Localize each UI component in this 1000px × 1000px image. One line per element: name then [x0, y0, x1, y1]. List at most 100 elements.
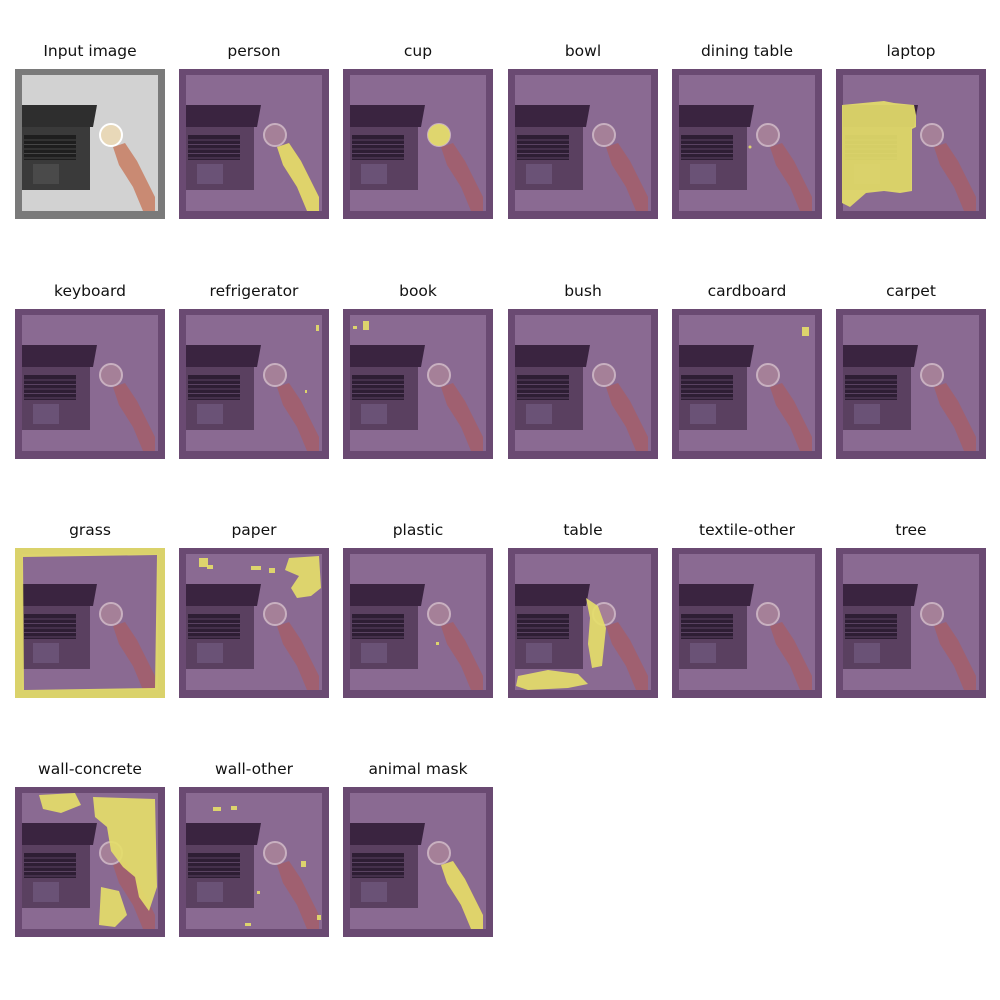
laptop-keyboard	[24, 614, 76, 639]
laptop-keyboard	[188, 375, 240, 400]
coffee-cup	[592, 123, 616, 147]
panel-image	[836, 69, 986, 219]
highlight-region	[245, 923, 251, 926]
laptop-trackpad	[526, 404, 552, 424]
laptop-screen	[22, 345, 97, 367]
coffee-cup	[920, 602, 944, 626]
panel-title: animal mask	[368, 760, 468, 778]
laptop-screen	[515, 105, 590, 127]
laptop-keyboard	[517, 135, 569, 160]
laptop-trackpad	[361, 164, 387, 184]
laptop-keyboard	[517, 375, 569, 400]
laptop-screen	[22, 584, 97, 606]
highlight-region	[251, 566, 261, 570]
panel-image	[179, 548, 329, 698]
laptop-screen	[679, 584, 754, 606]
laptop-screen	[350, 823, 425, 845]
coffee-cup	[263, 363, 287, 387]
laptop-trackpad	[361, 643, 387, 663]
laptop-trackpad	[361, 404, 387, 424]
laptop-keyboard	[517, 614, 569, 639]
highlight-region	[207, 565, 213, 569]
panel-title: laptop	[886, 42, 936, 60]
highlight-region	[436, 642, 439, 645]
panel-image	[15, 548, 165, 698]
laptop-trackpad	[854, 643, 880, 663]
coffee-cup	[920, 363, 944, 387]
laptop-screen	[350, 584, 425, 606]
laptop-screen	[186, 823, 261, 845]
laptop-screen	[843, 584, 918, 606]
coffee-cup	[756, 602, 780, 626]
panel-image	[508, 548, 658, 698]
laptop-trackpad	[33, 643, 59, 663]
panel-image	[672, 548, 822, 698]
laptop-keyboard	[24, 135, 76, 160]
laptop-keyboard	[188, 614, 240, 639]
coffee-cup	[756, 363, 780, 387]
coffee-cup	[920, 123, 944, 147]
coffee-cup	[263, 602, 287, 626]
panel-image	[15, 787, 165, 937]
laptop-screen	[186, 105, 261, 127]
panel-image	[343, 69, 493, 219]
highlight-region	[317, 915, 321, 920]
laptop-keyboard	[681, 135, 733, 160]
highlight-region	[305, 390, 307, 393]
laptop-keyboard	[188, 853, 240, 878]
panel-image	[836, 309, 986, 459]
laptop-screen	[22, 823, 97, 845]
laptop-trackpad	[854, 404, 880, 424]
highlight-region	[802, 327, 809, 336]
laptop-trackpad	[197, 882, 223, 902]
panel-image	[15, 309, 165, 459]
laptop-screen	[515, 345, 590, 367]
coffee-cup	[99, 363, 123, 387]
laptop-trackpad	[690, 164, 716, 184]
laptop-screen	[350, 345, 425, 367]
laptop-screen	[186, 345, 261, 367]
highlight-region	[199, 558, 208, 567]
laptop-keyboard	[352, 614, 404, 639]
coffee-cup	[427, 841, 451, 865]
highlight-region	[301, 861, 306, 867]
laptop-screen	[515, 584, 590, 606]
highlight-region	[428, 124, 450, 146]
highlight-region	[316, 325, 319, 331]
laptop-trackpad	[197, 164, 223, 184]
laptop-keyboard	[24, 375, 76, 400]
panel-image	[343, 309, 493, 459]
highlight-region	[842, 101, 916, 207]
laptop-keyboard	[352, 135, 404, 160]
laptop-keyboard	[681, 375, 733, 400]
laptop-trackpad	[33, 404, 59, 424]
panel-image	[179, 787, 329, 937]
coffee-cup	[427, 602, 451, 626]
laptop-keyboard	[188, 135, 240, 160]
laptop-trackpad	[361, 882, 387, 902]
laptop-trackpad	[33, 882, 59, 902]
panel-image	[672, 309, 822, 459]
panel-image	[508, 309, 658, 459]
laptop-trackpad	[526, 164, 552, 184]
panel-image	[343, 548, 493, 698]
laptop-trackpad	[33, 164, 59, 184]
laptop-screen	[22, 105, 97, 127]
laptop-keyboard	[845, 375, 897, 400]
panel-image	[836, 548, 986, 698]
laptop-trackpad	[690, 404, 716, 424]
laptop-keyboard	[681, 614, 733, 639]
coffee-cup	[263, 841, 287, 865]
laptop-keyboard	[352, 375, 404, 400]
highlight-region	[213, 807, 221, 811]
laptop-keyboard	[352, 853, 404, 878]
laptop-trackpad	[526, 643, 552, 663]
laptop-screen	[679, 345, 754, 367]
laptop-screen	[679, 105, 754, 127]
highlight-region	[353, 326, 357, 329]
highlight-region	[748, 145, 752, 149]
panel-title: carpet	[886, 282, 936, 300]
coffee-cup	[99, 602, 123, 626]
highlight-region	[363, 321, 369, 330]
coffee-cup	[756, 123, 780, 147]
